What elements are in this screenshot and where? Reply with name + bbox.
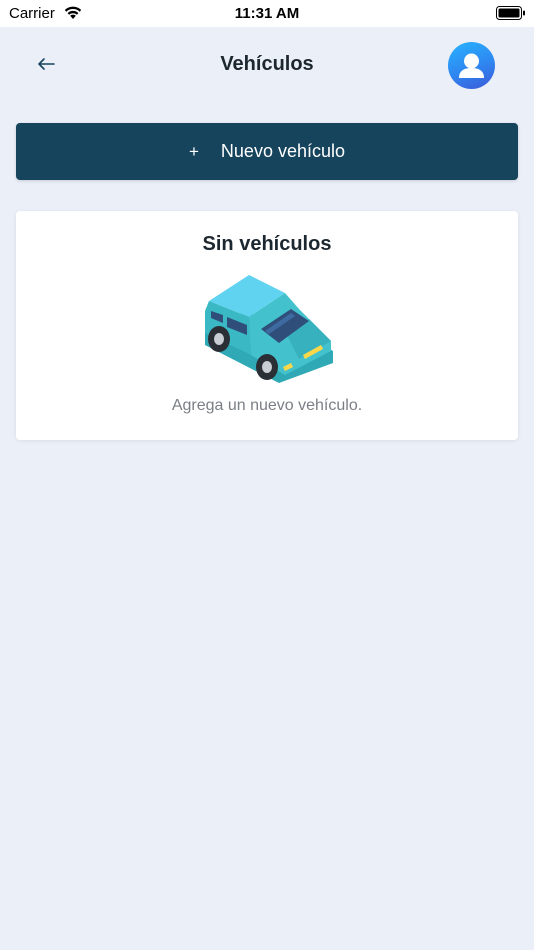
empty-state-message: Agrega un nuevo vehículo.: [171, 397, 363, 414]
car-icon: [199, 271, 339, 396]
empty-state-card: Sin vehículos Agrega un nuevo vehículo.: [16, 211, 518, 440]
plus-icon: +: [188, 141, 199, 161]
empty-state-title: Sin vehículos: [202, 233, 332, 255]
battery-icon: [496, 6, 526, 25]
new-vehicle-button[interactable]: + Nuevo vehículo: [16, 123, 518, 180]
user-avatar-icon: [459, 53, 484, 78]
profile-avatar-button[interactable]: [448, 42, 495, 89]
new-vehicle-label: Nuevo vehículo: [220, 141, 345, 161]
clock: 11:31 AM: [234, 5, 300, 22]
status-bar: Carrier 11:31 AM: [0, 0, 534, 27]
